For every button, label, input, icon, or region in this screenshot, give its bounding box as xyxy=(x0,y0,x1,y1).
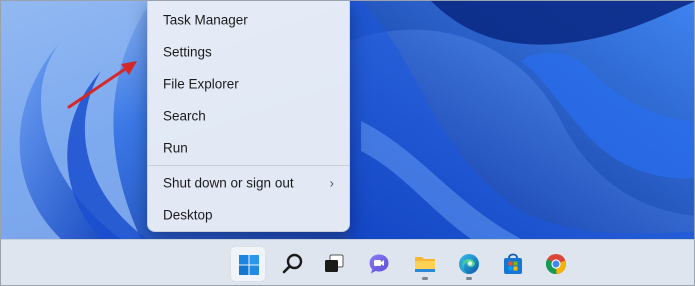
chrome-button[interactable] xyxy=(538,246,574,282)
menu-item-task-manager[interactable]: Task Manager xyxy=(151,5,346,35)
menu-item-label: Run xyxy=(163,140,188,156)
menu-item-search[interactable]: Search xyxy=(151,101,346,131)
store-button[interactable] xyxy=(495,246,531,282)
edge-button[interactable] xyxy=(451,246,487,282)
menu-item-label: Shut down or sign out xyxy=(163,175,294,191)
menu-item-label: File Explorer xyxy=(163,76,239,92)
menu-separator xyxy=(148,165,349,166)
task-view-button[interactable] xyxy=(316,246,352,282)
menu-item-label: Settings xyxy=(163,44,212,60)
chat-button[interactable] xyxy=(361,246,397,282)
running-indicator xyxy=(466,277,472,280)
menu-item-label: Desktop xyxy=(163,207,213,223)
file-explorer-button[interactable] xyxy=(407,246,443,282)
menu-item-label: Search xyxy=(163,108,206,124)
quick-link-menu: Task Manager Settings File Explorer Sear… xyxy=(147,1,350,232)
menu-item-desktop[interactable]: Desktop xyxy=(151,200,346,230)
search-icon xyxy=(282,253,303,274)
menu-item-file-explorer[interactable]: File Explorer xyxy=(151,69,346,99)
menu-item-settings[interactable]: Settings xyxy=(151,37,346,67)
chrome-icon xyxy=(546,254,566,275)
start-icon xyxy=(239,255,259,275)
task-view-icon xyxy=(325,254,344,272)
chat-icon xyxy=(369,254,389,274)
annotation-arrow xyxy=(67,61,137,109)
file-explorer-icon xyxy=(415,257,435,272)
chevron-right-icon: › xyxy=(329,175,334,191)
desktop: Task Manager Settings File Explorer Sear… xyxy=(0,0,695,286)
edge-icon xyxy=(459,254,479,274)
menu-item-shut-down-or-sign-out[interactable]: Shut down or sign out › xyxy=(151,168,346,198)
store-icon xyxy=(504,253,522,274)
taskbar-search-button[interactable] xyxy=(275,246,311,282)
start-button[interactable] xyxy=(230,246,266,282)
menu-item-label: Task Manager xyxy=(163,12,248,28)
taskbar xyxy=(1,239,694,285)
running-indicator xyxy=(422,277,428,280)
menu-item-run[interactable]: Run xyxy=(151,133,346,163)
